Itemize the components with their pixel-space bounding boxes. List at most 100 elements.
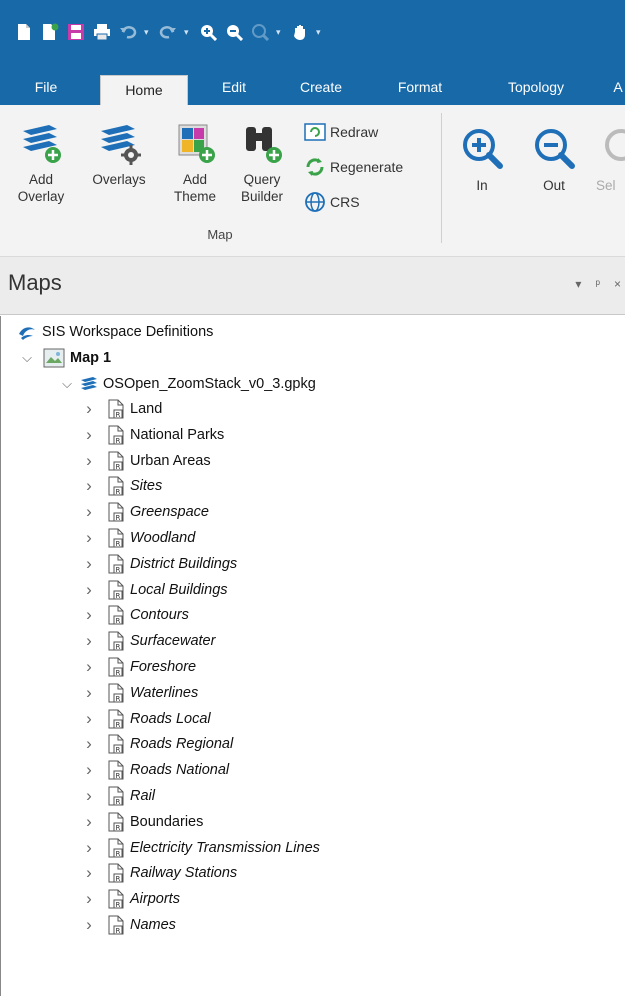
maps-panel-header: Maps ▾ ᵖ × [0,257,625,315]
redraw-button[interactable]: Redraw [303,122,378,142]
layer-item[interactable]: › R Local Buildings [81,577,227,603]
zoom-out-button[interactable]: Out [530,127,578,194]
chevron-right-icon[interactable]: › [81,889,97,909]
layer-item[interactable]: › R Surfacewater [81,628,215,654]
chevron-right-icon[interactable]: › [81,580,97,600]
customize-toolbar-icon[interactable]: ▾ [316,27,324,38]
redo-icon[interactable] [158,22,178,42]
map-group-label: Map [207,227,233,242]
chevron-right-icon[interactable]: › [81,709,97,729]
layer-name: Contours [130,607,189,624]
layer-item[interactable]: › R Boundaries [81,809,203,835]
layer-name: Roads Local [130,710,211,727]
crs-button[interactable]: CRS [303,191,360,213]
close-icon[interactable]: × [614,277,621,291]
new-from-template-icon[interactable] [40,22,60,42]
ribbon-group-separator [441,113,442,243]
zoom-out-quick-icon[interactable] [224,22,244,42]
overlays-label: Overlays [92,172,146,187]
layer-item[interactable]: › R Electricity Transmission Lines [81,835,320,861]
layer-item[interactable]: › R Names [81,912,176,938]
layer-item[interactable]: › R National Parks [81,422,224,448]
layer-item[interactable]: › R Waterlines [81,680,198,706]
chevron-right-icon[interactable]: › [81,425,97,445]
layer-item[interactable]: › R Sites [81,473,162,499]
svg-text:R: R [116,721,121,729]
regenerate-button[interactable]: Regenerate [303,156,403,178]
chevron-right-icon[interactable]: › [81,399,97,419]
tab-create[interactable]: Create [282,72,360,105]
chevron-right-icon[interactable]: › [81,915,97,935]
tab-home[interactable]: Home [100,75,188,105]
print-icon[interactable] [92,22,112,42]
svg-text:R: R [116,824,121,832]
tab-topology[interactable]: Topology [482,72,590,105]
zoom-in-button[interactable]: In [458,127,506,194]
chevron-right-icon[interactable]: › [81,605,97,625]
svg-text:R: R [116,540,121,548]
layer-document-icon: R [108,812,124,832]
chevron-right-icon[interactable]: › [81,631,97,651]
layer-item[interactable]: › R Roads Regional [81,731,233,757]
save-icon[interactable] [66,22,86,42]
chevron-down-icon[interactable]: ⌵ [19,350,35,366]
add-theme-button[interactable]: Add Theme [164,121,226,205]
chevron-right-icon[interactable]: › [81,760,97,780]
undo-dropdown-icon[interactable]: ▾ [144,27,152,38]
layer-item[interactable]: › R Roads National [81,757,229,783]
query-builder-label-2: Builder [240,189,284,204]
select-button-partial[interactable]: Sel [596,127,625,194]
chevron-right-icon[interactable]: › [81,683,97,703]
query-builder-button[interactable]: Query Builder [230,121,294,205]
tab-format[interactable]: Format [378,72,462,105]
add-theme-icon [178,124,215,163]
undo-icon[interactable] [118,22,138,42]
chevron-right-icon[interactable]: › [81,786,97,806]
layer-document-icon: R [108,760,124,780]
overlays-button[interactable]: Overlays [86,121,152,188]
tab-overflow-partial[interactable]: A [608,72,625,105]
tab-edit[interactable]: Edit [204,72,264,105]
svg-text:R: R [116,437,121,445]
chevron-right-icon[interactable]: › [81,863,97,883]
chevron-right-icon[interactable]: › [81,812,97,832]
layer-item[interactable]: › R Land [81,396,162,422]
layer-item[interactable]: › R District Buildings [81,551,237,577]
layer-item[interactable]: › R Rail [81,783,155,809]
chevron-right-icon[interactable]: › [81,838,97,858]
chevron-right-icon[interactable]: › [81,528,97,548]
tree-dataset-node[interactable]: ⌵ OSOpen_ZoomStack_v0_3.gpkg [59,371,316,397]
zoom-select-quick-icon[interactable] [250,22,270,42]
chevron-right-icon[interactable]: › [81,502,97,522]
layer-item[interactable]: › R Airports [81,886,180,912]
chevron-right-icon[interactable]: › [81,476,97,496]
layer-item[interactable]: › R Greenspace [81,499,209,525]
redo-dropdown-icon[interactable]: ▾ [184,27,192,38]
add-overlay-button[interactable]: Add Overlay [10,121,72,205]
layer-item[interactable]: › R Urban Areas [81,448,210,474]
svg-text:R: R [116,643,121,651]
new-document-icon[interactable] [14,22,34,42]
regenerate-icon [306,158,324,176]
zoom-in-quick-icon[interactable] [198,22,218,42]
pin-icon[interactable]: ᵖ [595,277,600,291]
tree-root[interactable]: SIS Workspace Definitions [17,319,213,345]
layer-item[interactable]: › R Foreshore [81,654,196,680]
chevron-right-icon[interactable]: › [81,554,97,574]
layer-item[interactable]: › R Contours [81,602,189,628]
chevron-right-icon[interactable]: › [81,657,97,677]
layer-item[interactable]: › R Woodland [81,525,195,551]
layer-item[interactable]: › R Railway Stations [81,860,237,886]
svg-text:R: R [116,850,121,858]
zoom-dropdown-icon[interactable]: ▾ [276,27,284,38]
pan-hand-icon[interactable] [290,22,310,42]
panel-dropdown-icon[interactable]: ▾ [575,277,581,291]
chevron-right-icon[interactable]: › [81,451,97,471]
chevron-right-icon[interactable]: › [81,734,97,754]
zoom-out-icon [535,129,575,169]
layer-document-icon: R [108,915,124,935]
tab-file[interactable]: File [18,72,74,105]
layer-item[interactable]: › R Roads Local [81,706,211,732]
chevron-down-icon[interactable]: ⌵ [59,376,75,392]
tree-map-node[interactable]: ⌵ Map 1 [19,345,111,371]
